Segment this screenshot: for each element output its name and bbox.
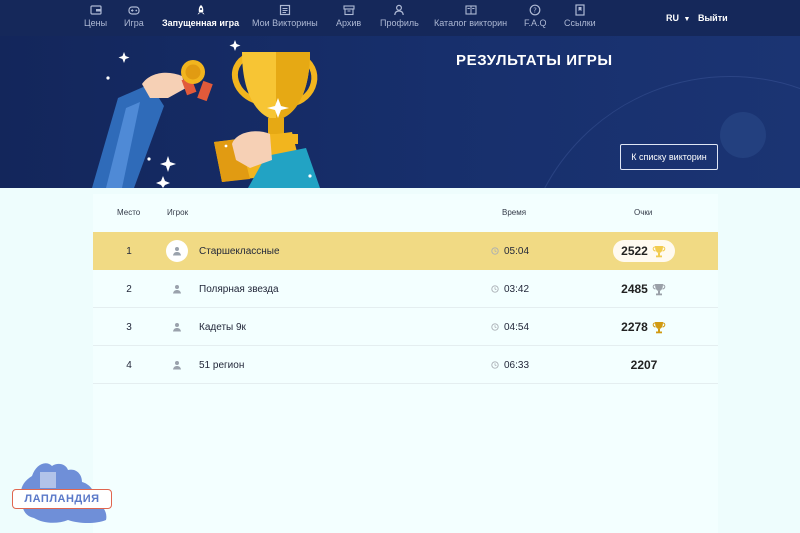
table-row[interactable]: 2 Полярная звезда 03:42 2485 [93,270,718,308]
row-time: 06:33 [504,359,530,371]
silver-trophy-icon [652,283,666,295]
winner-trophy-illustration [92,40,320,188]
column-header-score: Очки [634,208,653,217]
bookmark-icon [575,4,585,16]
avatar [166,232,188,270]
user-icon [173,247,181,256]
top-navigation: Цены Игра Запущенная игра Мои Викторины … [0,0,800,36]
clock-icon [491,232,501,270]
row-player-name: 51 регион [199,359,245,371]
nav-label: Каталог викторин [434,18,508,28]
nav-label: Ссылки [564,18,596,28]
results-table: Место Игрок Время Очки 1 Старшеклассные … [93,194,718,533]
row-score-cell: 2522 [613,232,675,270]
back-to-quizzes-button[interactable]: К списку викторин [620,144,718,170]
nav-label: Профиль [380,18,419,28]
table-row[interactable]: 3 Кадеты 9к 04:54 2278 [93,308,718,346]
row-score-cell: 2207 [613,346,675,384]
quiz-list-icon [279,4,290,16]
row-player-name: Полярная звезда [199,283,279,295]
decorative-circle [720,112,766,158]
nav-item-profile[interactable]: Профиль [380,4,419,28]
table-row[interactable]: 4 51 регион 06:33 2207 [93,346,718,384]
nav-item-game[interactable]: Игра [124,4,144,28]
row-place: 3 [126,321,132,333]
logo-banner: ЛАПЛАНДИЯ [12,489,112,509]
row-score-cell: 2278 [613,308,675,346]
question-icon: ? [529,4,541,16]
svg-text:?: ? [533,6,537,14]
user-icon [173,285,181,294]
clock-icon [491,346,501,384]
avatar [166,270,188,308]
row-player-name: Кадеты 9к [199,321,246,333]
column-header-time: Время [502,208,527,217]
nav-item-faq[interactable]: ? F.A.Q [524,4,547,28]
row-time: 03:42 [504,283,530,295]
chevron-down-icon: ▼ [683,16,691,23]
row-score: 2207 [630,358,658,372]
row-score: 2278 [621,320,648,334]
language-selector[interactable]: RU ▼ [666,13,690,23]
nav-label: Мои Викторины [252,18,318,28]
page-title: РЕЗУЛЬТАТЫ ИГРЫ [456,52,613,69]
row-place: 2 [126,283,132,295]
rocket-icon [197,5,205,15]
column-header-player: Игрок [167,208,189,217]
nav-item-prices[interactable]: Цены [84,4,107,28]
row-score-cell: 2485 [613,270,675,308]
nav-item-archive[interactable]: Архив [336,4,361,28]
clock-icon [491,308,501,346]
user-icon [173,361,181,370]
row-time: 05:04 [504,245,530,257]
bronze-trophy-icon [652,321,666,333]
avatar [166,346,188,384]
row-place: 4 [126,359,132,371]
row-place: 1 [126,245,132,257]
wallet-icon [89,5,102,15]
row-score: 2522 [621,244,648,258]
nav-label: Цены [84,18,108,28]
catalog-icon [464,5,477,15]
gold-trophy-icon [652,245,666,257]
row-score: 2485 [621,282,648,296]
table-row[interactable]: 1 Старшеклассные 05:04 2522 [93,232,718,270]
results-banner: РЕЗУЛЬТАТЫ ИГРЫ К списку викторин [0,36,800,188]
nav-label: Архив [336,18,362,28]
row-player-name: Старшеклассные [199,245,280,257]
clock-icon [491,270,501,308]
nav-item-running-game[interactable]: Запущенная игра [162,4,239,28]
laplandia-logo: ЛАПЛАНДИЯ [10,458,116,528]
avatar [166,308,188,346]
language-label: RU [666,13,679,23]
nav-label: F.A.Q [524,18,547,28]
logout-link[interactable]: Выйти [698,13,728,23]
nav-item-my-quizzes[interactable]: Мои Викторины [252,4,318,28]
nav-label: Игра [124,18,144,28]
gamepad-icon [128,6,140,15]
user-icon [394,4,405,16]
nav-item-quiz-catalog[interactable]: Каталог викторин [434,4,507,28]
nav-label: Запущенная игра [162,18,240,28]
archive-icon [343,5,355,16]
logo-text: ЛАПЛАНДИЯ [24,493,100,505]
user-icon [173,323,181,332]
row-time: 04:54 [504,321,530,333]
nav-item-links[interactable]: Ссылки [564,4,596,28]
column-header-place: Место [117,208,141,217]
